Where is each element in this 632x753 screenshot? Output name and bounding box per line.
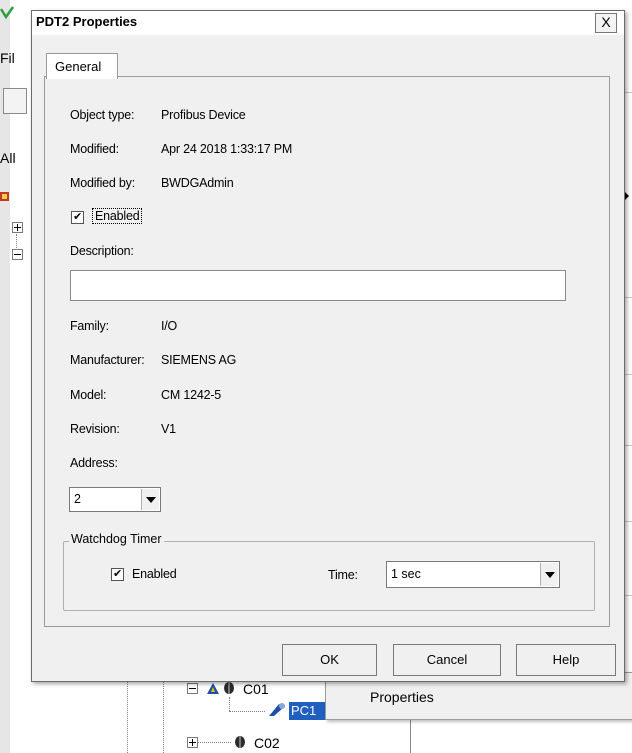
title-bar[interactable]: PDT2 Properties X (32, 11, 624, 35)
check-icon: ✔ (113, 568, 123, 580)
controller-icon (235, 736, 245, 748)
tree-connector (163, 680, 164, 753)
menu-fragment[interactable]: Fil (0, 50, 15, 66)
tab-general[interactable]: General (46, 53, 118, 79)
address-value: 2 (74, 492, 81, 506)
revision-value: V1 (161, 422, 176, 436)
enabled-checkbox-label[interactable]: Enabled (92, 208, 143, 224)
address-dropdown-button[interactable] (141, 489, 159, 510)
tree-expander-plus[interactable] (12, 222, 23, 233)
network-device-icon (269, 703, 285, 716)
chevron-down-icon (146, 497, 156, 503)
manufacturer-value: SIEMENS AG (161, 353, 237, 367)
model-value: CM 1242-5 (161, 388, 222, 402)
time-value: 1 sec (391, 567, 421, 581)
tree-expander-minus[interactable] (12, 249, 23, 260)
description-label: Description: (70, 244, 134, 258)
description-field[interactable] (70, 270, 566, 301)
address-label: Address: (70, 456, 118, 470)
dialog-title: PDT2 Properties (36, 14, 138, 29)
watchdog-enabled-checkbox[interactable]: ✔ (111, 568, 124, 581)
tree-icon-fragment (0, 192, 9, 201)
chevron-down-icon (545, 572, 555, 578)
controller-icon (207, 682, 234, 694)
modified-by-value: BWDGAdmin (161, 176, 234, 190)
tree-expander-minus[interactable] (187, 683, 198, 694)
cancel-button[interactable]: Cancel (393, 644, 501, 676)
object-type-value: Profibus Device (161, 108, 246, 122)
modified-by-label: Modified by: (70, 176, 135, 190)
popup-label[interactable]: Properties (370, 689, 434, 705)
family-label: Family: (70, 319, 109, 333)
tree-connector (229, 711, 265, 712)
time-select[interactable]: 1 sec (386, 561, 560, 588)
enabled-checkbox[interactable]: ✔ (71, 211, 84, 224)
model-label: Model: (70, 388, 107, 402)
properties-dialog: PDT2 Properties X General Object type: P… (31, 10, 625, 682)
revision-label: Revision: (70, 422, 120, 436)
ok-button[interactable]: OK (282, 644, 377, 676)
tab-label: General (55, 59, 102, 74)
tree-connector (127, 680, 128, 753)
tree-node-selected[interactable]: PC1 (289, 702, 325, 720)
tree-node-c02[interactable]: C02 (254, 735, 280, 751)
family-value: I/O (161, 319, 178, 333)
time-label: Time: (328, 568, 358, 582)
address-select[interactable]: 2 (69, 487, 161, 512)
time-dropdown-button[interactable] (540, 563, 558, 586)
modified-label: Modified: (70, 142, 119, 156)
modified-value: Apr 24 2018 1:33:17 PM (161, 142, 293, 156)
check-icon: ✔ (73, 211, 83, 223)
watchdog-timer-title: Watchdog Timer (69, 532, 164, 546)
toolbar-button-fragment[interactable] (3, 88, 27, 114)
watchdog-enabled-label[interactable]: Enabled (132, 567, 177, 581)
tree-node-c01[interactable]: C01 (243, 681, 269, 697)
manufacturer-label: Manufacturer: (70, 353, 145, 367)
tree-connector (229, 697, 230, 711)
tree-connector (16, 234, 17, 248)
app-icon (0, 6, 14, 20)
object-type-label: Object type: (70, 108, 135, 122)
tab-fragment[interactable]: All (0, 150, 16, 166)
close-button[interactable]: X (595, 13, 617, 33)
close-icon: X (601, 14, 611, 30)
tree-connector (197, 742, 231, 743)
help-button[interactable]: Help (516, 644, 616, 676)
